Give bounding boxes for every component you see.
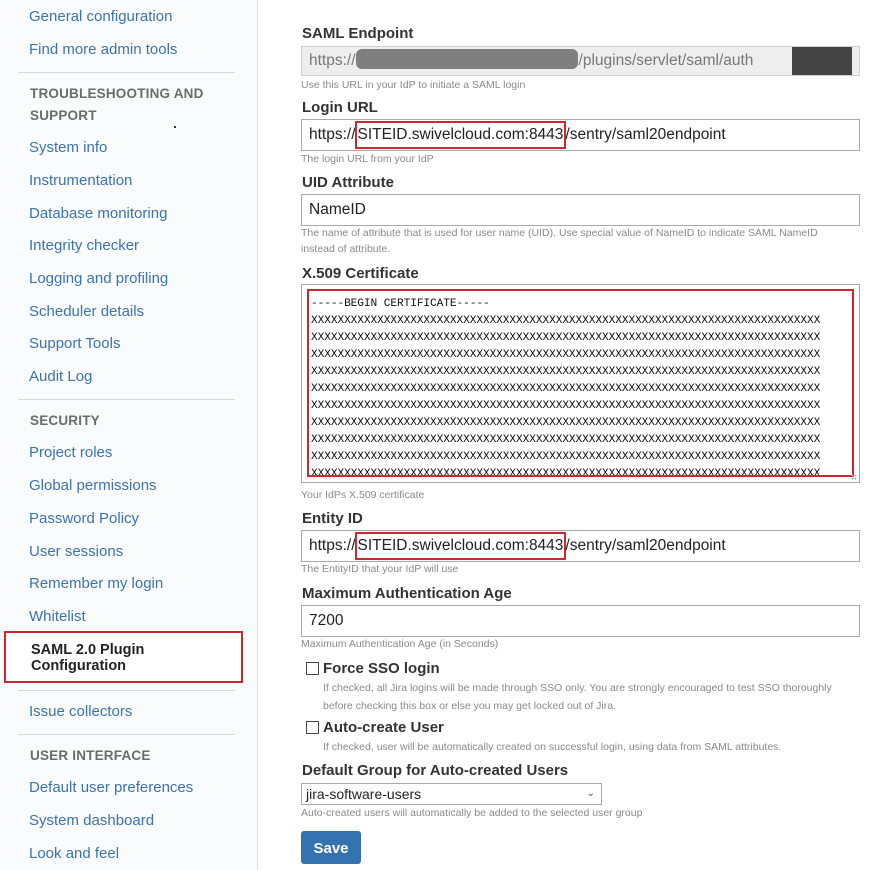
default-group-select[interactable]: jira-software-users ⌄ [301,783,602,805]
entity-id-input[interactable]: https://SITEID.swivelcloud.com:8443/sent… [301,530,860,562]
sidebar-item-issue-collectors[interactable]: Issue collectors [29,703,132,721]
redacted-host [355,49,578,70]
entity-id-highlighted-host: SITEID.swivelcloud.com:8443 [354,532,567,560]
sidebar-item-scheduler-details[interactable]: Scheduler details [29,303,144,321]
auto-create-checkbox[interactable] [306,721,319,734]
sidebar-divider [18,690,235,691]
certificate-text: -----BEGIN CERTIFICATE----- XXXXXXXXXXXX… [311,298,821,477]
entity-id-label: Entity ID [302,510,363,527]
sidebar-item-general-configuration[interactable]: General configuration [29,8,172,26]
force-sso-help: If checked, all Jira logins will be made… [323,682,832,712]
force-sso-checkbox[interactable] [306,662,319,675]
sidebar-item-password-policy[interactable]: Password Policy [29,510,139,528]
certificate-help: Your IdPs X.509 certificate [301,489,425,501]
certificate-highlight: -----BEGIN CERTIFICATE----- XXXXXXXXXXXX… [307,289,854,477]
saml-endpoint-field[interactable]: https:// /plugins/servlet/saml/auth [301,46,860,76]
login-url-input[interactable]: https://SITEID.swivelcloud.com:8443/sent… [301,119,860,151]
sidebar-heading-user-interface: USER INTERFACE [30,748,151,763]
uid-attribute-input[interactable]: NameID [301,194,860,226]
sidebar-item-find-more-admin-tools[interactable]: Find more admin tools [29,41,177,59]
sidebar-item-default-user-preferences[interactable]: Default user preferences [29,779,193,797]
sidebar-item-saml-plugin-configuration[interactable]: SAML 2.0 Plugin Configuration [4,631,243,683]
redacted-block [792,47,852,75]
default-group-selected: jira-software-users [306,786,422,802]
sidebar-item-logging-and-profiling[interactable]: Logging and profiling [29,270,168,288]
saml-endpoint-prefix: https:// [309,52,356,69]
sidebar-item-support-tools[interactable]: Support Tools [29,335,120,353]
login-url-label: Login URL [302,99,378,116]
login-url-suffix: /sentry/saml20endpoint [565,126,726,143]
sidebar-item-whitelist[interactable]: Whitelist [29,608,86,626]
stray-dot [174,126,176,128]
sidebar-item-instrumentation[interactable]: Instrumentation [29,172,132,190]
chevron-down-icon: ⌄ [586,788,595,799]
admin-sidebar: General configuration Find more admin to… [0,0,258,870]
sidebar-item-user-sessions[interactable]: User sessions [29,543,123,561]
force-sso-row: Force SSO login [306,660,440,677]
saml-endpoint-help: Use this URL in your IdP to initiate a S… [301,79,526,91]
entity-id-prefix: https:// [309,537,356,554]
auto-create-label[interactable]: Auto-create User [323,719,444,736]
default-group-help: Auto-created users will automatically be… [301,807,643,819]
certificate-textarea[interactable]: -----BEGIN CERTIFICATE----- XXXXXXXXXXXX… [301,284,860,483]
sidebar-item-global-permissions[interactable]: Global permissions [29,477,157,495]
sidebar-divider [18,72,235,73]
resize-grip-icon[interactable] [851,474,857,480]
sidebar-item-project-roles[interactable]: Project roles [29,444,112,462]
sidebar-item-integrity-checker[interactable]: Integrity checker [29,237,139,255]
max-auth-age-label: Maximum Authentication Age [302,585,512,602]
save-button[interactable]: Save [301,831,361,864]
sidebar-item-audit-log[interactable]: Audit Log [29,368,92,386]
sidebar-heading-troubleshooting: TROUBLESHOOTING AND SUPPORT [30,86,204,123]
uid-attribute-label: UID Attribute [302,174,394,191]
saml-endpoint-suffix: /plugins/servlet/saml/auth [578,52,754,69]
auto-create-help: If checked, user will be automatically c… [323,741,782,753]
default-group-label: Default Group for Auto-created Users [302,762,569,779]
certificate-label: X.509 Certificate [302,265,419,282]
sidebar-item-look-and-feel[interactable]: Look and feel [29,845,119,863]
login-url-help: The login URL from your IdP [301,153,434,165]
max-auth-age-input[interactable]: 7200 [301,605,860,637]
sidebar-item-system-dashboard[interactable]: System dashboard [29,812,154,830]
sidebar-item-label: SAML 2.0 Plugin Configuration [31,642,145,674]
force-sso-label[interactable]: Force SSO login [323,660,440,677]
entity-id-help: The EntityID that your IdP will use [301,563,459,575]
sidebar-divider [18,734,235,735]
sidebar-divider [18,399,235,400]
max-auth-age-help: Maximum Authentication Age (in Seconds) [301,638,499,650]
sidebar-item-remember-my-login[interactable]: Remember my login [29,575,163,593]
sidebar-heading-security: SECURITY [30,413,100,428]
login-url-highlighted-host: SITEID.swivelcloud.com:8443 [354,121,567,149]
sidebar-item-system-info[interactable]: System info [29,139,107,157]
sidebar-item-database-monitoring[interactable]: Database monitoring [29,205,167,223]
uid-attribute-help: The name of attribute that is used for u… [301,227,818,255]
saml-endpoint-label: SAML Endpoint [302,25,414,42]
entity-id-suffix: /sentry/saml20endpoint [565,537,726,554]
login-url-prefix: https:// [309,126,356,143]
auto-create-row: Auto-create User [306,719,444,736]
